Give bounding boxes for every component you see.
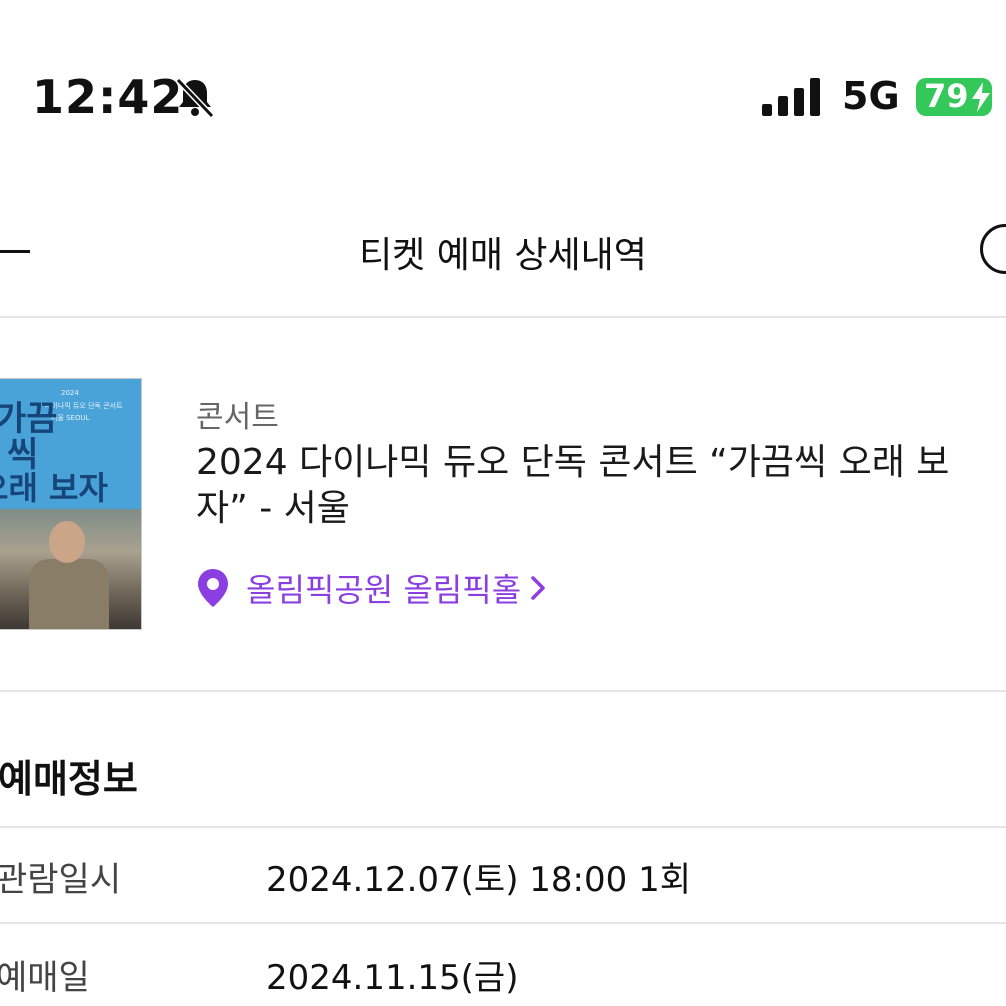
card-divider — [0, 690, 1006, 692]
page-title: 티켓 예매 상세내역 — [359, 235, 647, 276]
poster-person-face — [49, 521, 85, 563]
venue-name: 올림픽공원 올림픽홀 — [246, 571, 522, 609]
poster-photo — [0, 509, 141, 629]
info-label-booking-date: 예매일 — [0, 958, 90, 998]
poster-person-body — [29, 559, 109, 629]
row-divider — [0, 922, 1006, 924]
battery-indicator: 79 — [916, 77, 992, 116]
signal-strength-icon — [762, 78, 822, 116]
silent-bell-icon — [175, 77, 215, 119]
event-title-line-1: 2024 다이나믹 듀오 단독 콘서트 “가끔씩 오래 보 — [196, 442, 950, 483]
venue-link[interactable]: 올림픽공원 올림픽홀 — [196, 566, 547, 610]
event-category: 콘서트 — [196, 400, 279, 435]
event-poster-image[interactable]: 2024 다이나믹 듀오 단독 콘서트 서울 SEOUL 가끔 씩 오래 보자 — [0, 378, 142, 630]
info-value-booking-date: 2024.11.15(금) — [266, 958, 519, 998]
info-value-viewing-date: 2024.12.07(토) 18:00 1회 — [266, 860, 691, 900]
info-label-viewing-date: 관람일시 — [0, 860, 122, 900]
battery-level: 79 — [924, 77, 969, 115]
section-title-booking-info: 예매정보 — [0, 757, 138, 801]
status-time: 12:42 — [32, 70, 184, 124]
event-title[interactable]: 2024 다이나믹 듀오 단독 콘서트 “가끔씩 오래 보 자” - 서울 — [196, 440, 1006, 532]
header-divider — [0, 316, 1006, 318]
network-type: 5G — [842, 74, 900, 118]
location-pin-icon — [198, 569, 228, 607]
event-title-line-2: 자” - 서울 — [196, 488, 350, 529]
charging-bolt-icon — [972, 82, 990, 112]
chevron-right-icon — [531, 576, 545, 600]
poster-big-text-3: 오래 보자 — [0, 469, 108, 507]
section-divider — [0, 826, 1006, 828]
poster-year: 2024 — [61, 389, 79, 397]
